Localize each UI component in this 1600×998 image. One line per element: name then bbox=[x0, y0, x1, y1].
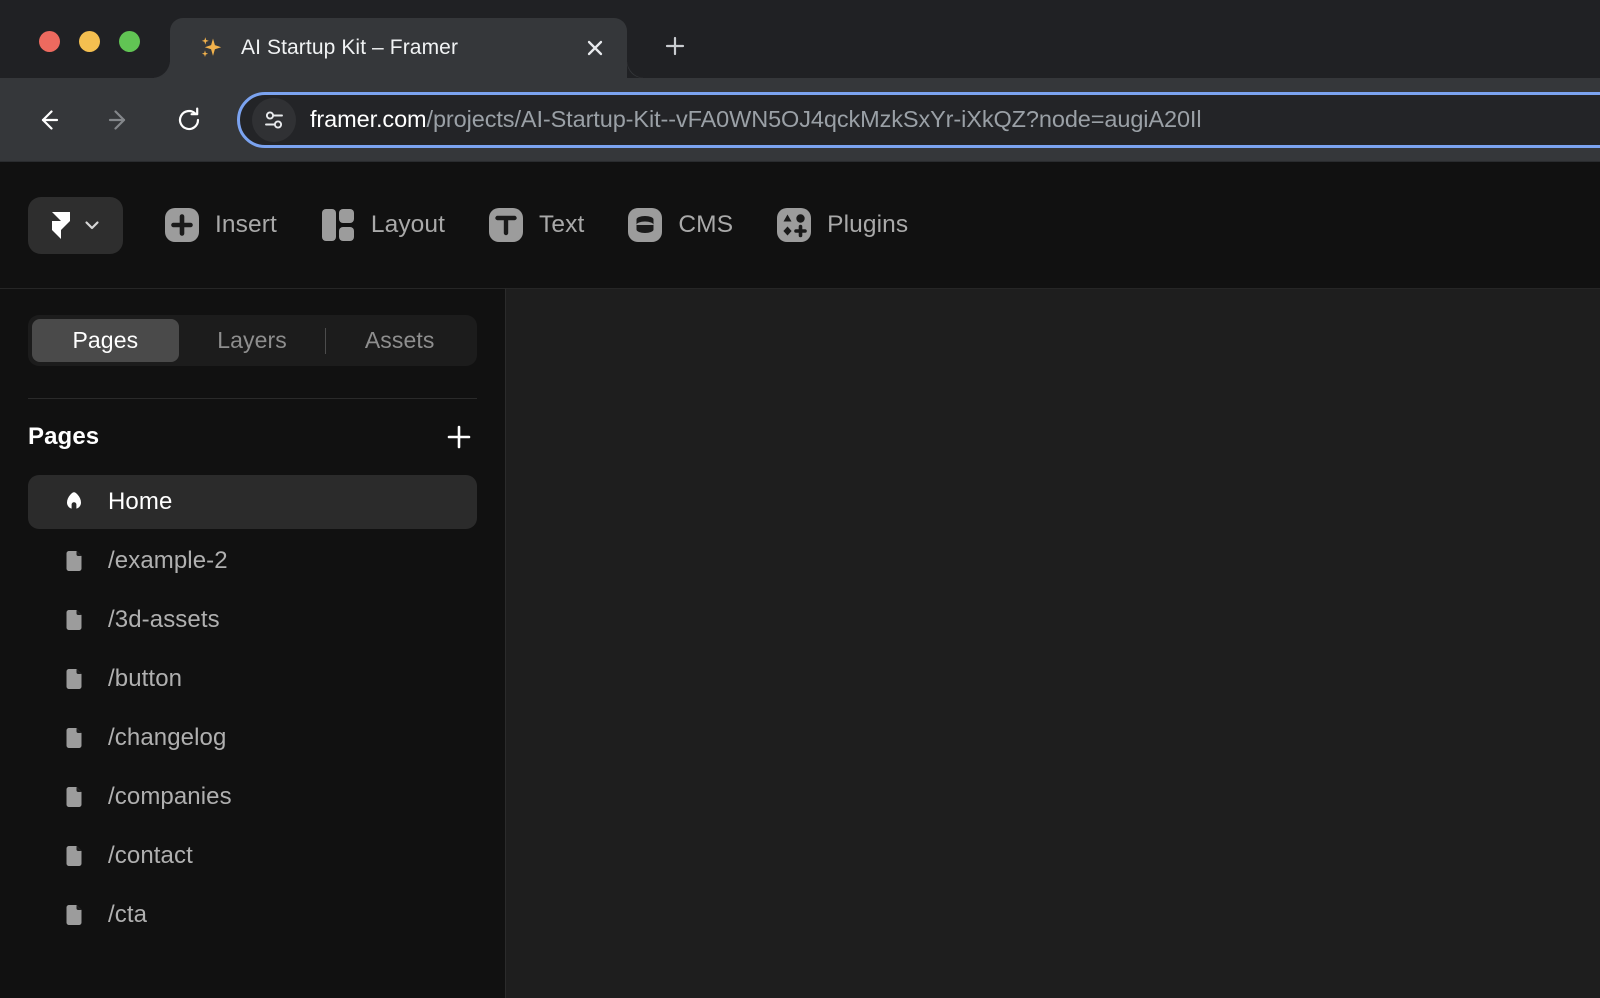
tab-assets-label: Assets bbox=[365, 327, 435, 354]
page-label: /3d-assets bbox=[108, 606, 220, 634]
document-icon bbox=[60, 547, 88, 575]
document-icon bbox=[60, 724, 88, 752]
layout-panels-icon bbox=[320, 207, 356, 243]
sparkle-icon bbox=[198, 35, 224, 61]
page-label: Home bbox=[108, 488, 172, 516]
document-icon bbox=[60, 665, 88, 693]
close-tab-button[interactable] bbox=[577, 30, 613, 66]
tab-title: AI Startup Kit – Framer bbox=[241, 36, 577, 60]
toolbar-item-insert[interactable]: Insert bbox=[164, 197, 277, 253]
tab-pages[interactable]: Pages bbox=[32, 319, 179, 362]
page-label: /changelog bbox=[108, 724, 226, 752]
site-settings-button[interactable] bbox=[252, 98, 296, 142]
url-host: framer.com bbox=[310, 106, 427, 132]
page-item-cta[interactable]: /cta bbox=[28, 888, 477, 942]
url-path: /projects/AI-Startup-Kit--vFA0WN5OJ4qckM… bbox=[427, 106, 1202, 132]
tab-layers-label: Layers bbox=[217, 327, 287, 354]
framer-menu-button[interactable] bbox=[28, 197, 123, 254]
tab-strip: AI Startup Kit – Framer bbox=[0, 0, 1600, 78]
framer-logo-icon bbox=[48, 210, 74, 240]
address-bar[interactable]: framer.com/projects/AI-Startup-Kit--vFA0… bbox=[237, 92, 1600, 148]
url-text: framer.com/projects/AI-Startup-Kit--vFA0… bbox=[310, 106, 1201, 133]
tab-corner-right bbox=[627, 60, 645, 78]
page-item-example-2[interactable]: /example-2 bbox=[28, 534, 477, 588]
document-icon bbox=[60, 783, 88, 811]
toolbar-label-insert: Insert bbox=[215, 211, 277, 239]
page-label: /example-2 bbox=[108, 547, 228, 575]
back-arrow-icon bbox=[33, 105, 63, 135]
page-label: /contact bbox=[108, 842, 193, 870]
framer-app: Insert Layout Text bbox=[0, 162, 1600, 998]
tab-pages-label: Pages bbox=[72, 327, 138, 354]
page-item-home[interactable]: Home bbox=[28, 475, 477, 529]
plugins-shapes-icon bbox=[776, 207, 812, 243]
pages-list: Home /example-2 /3d-assets bbox=[28, 475, 477, 942]
close-window-button[interactable] bbox=[39, 31, 60, 52]
page-label: /button bbox=[108, 665, 182, 693]
tab-layers[interactable]: Layers bbox=[179, 319, 326, 362]
page-label: /companies bbox=[108, 783, 232, 811]
add-page-button[interactable] bbox=[441, 419, 477, 455]
chevron-down-icon bbox=[81, 214, 103, 236]
reload-button[interactable] bbox=[163, 94, 215, 146]
toolbar-label-plugins: Plugins bbox=[827, 211, 908, 239]
browser-chrome: AI Startup Kit – Framer bbox=[0, 0, 1600, 162]
pages-section-title: Pages bbox=[28, 423, 99, 451]
document-icon bbox=[60, 842, 88, 870]
app-toolbar: Insert Layout Text bbox=[0, 162, 1600, 288]
browser-nav-bar: framer.com/projects/AI-Startup-Kit--vFA0… bbox=[0, 78, 1600, 162]
new-tab-button[interactable] bbox=[655, 26, 695, 66]
database-icon bbox=[627, 207, 663, 243]
back-button[interactable] bbox=[22, 94, 74, 146]
toolbar-item-plugins[interactable]: Plugins bbox=[776, 197, 908, 253]
toolbar-item-text[interactable]: Text bbox=[488, 197, 584, 253]
reload-icon bbox=[174, 105, 204, 135]
window-controls bbox=[0, 31, 140, 78]
toolbar-item-layout[interactable]: Layout bbox=[320, 197, 445, 253]
maximize-window-button[interactable] bbox=[119, 31, 140, 52]
toolbar-label-text: Text bbox=[539, 211, 584, 239]
plus-square-icon bbox=[164, 207, 200, 243]
minimize-window-button[interactable] bbox=[79, 31, 100, 52]
tab-corner-left bbox=[152, 60, 170, 78]
toolbar-item-cms[interactable]: CMS bbox=[627, 197, 733, 253]
page-item-changelog[interactable]: /changelog bbox=[28, 711, 477, 765]
home-icon bbox=[60, 488, 88, 516]
design-canvas[interactable] bbox=[506, 288, 1600, 998]
toolbar-label-cms: CMS bbox=[678, 211, 733, 239]
plus-icon bbox=[445, 423, 473, 451]
page-item-button[interactable]: /button bbox=[28, 652, 477, 706]
document-icon bbox=[60, 606, 88, 634]
tune-sliders-icon bbox=[261, 107, 287, 133]
text-t-icon bbox=[488, 207, 524, 243]
tab-assets[interactable]: Assets bbox=[326, 319, 473, 362]
left-sidebar: Pages Layers Assets Pages bbox=[0, 288, 506, 998]
forward-button[interactable] bbox=[93, 94, 145, 146]
sidebar-tabs: Pages Layers Assets bbox=[28, 315, 477, 366]
page-item-contact[interactable]: /contact bbox=[28, 829, 477, 883]
browser-tab[interactable]: AI Startup Kit – Framer bbox=[170, 18, 627, 78]
toolbar-label-layout: Layout bbox=[371, 211, 445, 239]
page-label: /cta bbox=[108, 901, 147, 929]
app-body: Pages Layers Assets Pages bbox=[0, 288, 1600, 998]
document-icon bbox=[60, 901, 88, 929]
page-item-3d-assets[interactable]: /3d-assets bbox=[28, 593, 477, 647]
forward-arrow-icon bbox=[104, 105, 134, 135]
pages-section-header: Pages bbox=[28, 399, 477, 475]
page-item-companies[interactable]: /companies bbox=[28, 770, 477, 824]
